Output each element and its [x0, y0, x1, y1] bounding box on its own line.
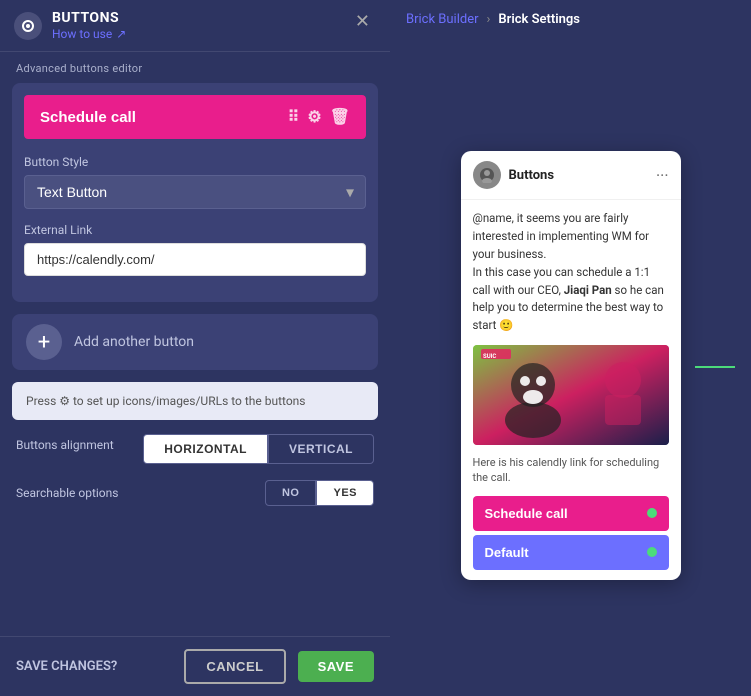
alignment-section: Buttons alignment HORIZONTAL VERTICAL — [12, 434, 378, 464]
card-default-btn[interactable]: Default — [473, 535, 669, 570]
editor-area: Schedule call ⠿ ⚙ 🗑 Button Style Text Bu… — [0, 83, 390, 636]
schedule-button-icons: ⠿ ⚙ 🗑 — [288, 107, 350, 127]
save-button[interactable]: SAVE — [298, 651, 374, 682]
searchable-toggle-group: NO YES — [265, 480, 374, 506]
card-avatar — [473, 161, 501, 189]
close-button[interactable]: ✕ — [349, 10, 376, 32]
left-panel: BUTTONS How to use ↗ ✕ Advanced buttons … — [0, 0, 390, 696]
external-link-field: External Link — [24, 223, 366, 276]
add-button-row[interactable]: + Add another button — [12, 314, 378, 370]
card-body-text: @name, it seems you are fairly intereste… — [473, 210, 669, 335]
bottom-bar: SAVE CHANGES? CANCEL SAVE — [0, 636, 390, 696]
right-connector-line — [695, 366, 735, 368]
card-schedule-dot — [647, 508, 657, 518]
card-body: @name, it seems you are fairly intereste… — [461, 200, 681, 579]
card-default-dot — [647, 547, 657, 557]
breadcrumb-bar: Brick Builder › Brick Settings — [406, 12, 735, 27]
panel-subtitle[interactable]: How to use ↗ — [52, 27, 349, 41]
card-menu-icon[interactable]: ··· — [656, 166, 669, 185]
preview-card: Buttons ··· @name, it seems you are fair… — [461, 151, 681, 579]
card-title: Buttons — [509, 168, 656, 183]
panel-icon — [14, 12, 42, 40]
button-style-select[interactable]: Text Button Filled Button Outlined Butto… — [24, 175, 366, 209]
searchable-label: Searchable options — [16, 486, 118, 500]
panel-title: BUTTONS — [52, 10, 349, 26]
schedule-call-label: Schedule call — [40, 109, 136, 126]
external-link-input[interactable] — [24, 243, 366, 276]
card-image: SUIC — [473, 345, 669, 445]
breadcrumb-builder[interactable]: Brick Builder — [406, 12, 479, 27]
button-style-label: Button Style — [24, 155, 366, 169]
settings-icon[interactable]: ⚙ — [307, 107, 321, 127]
card-header: Buttons ··· — [461, 151, 681, 200]
card-schedule-btn[interactable]: Schedule call — [473, 496, 669, 531]
searchable-yes-btn[interactable]: YES — [316, 480, 374, 506]
drag-icon[interactable]: ⠿ — [288, 107, 300, 127]
panel-header: BUTTONS How to use ↗ ✕ — [0, 0, 390, 52]
searchable-no-btn[interactable]: NO — [265, 480, 317, 506]
align-horizontal-btn[interactable]: HORIZONTAL — [143, 434, 268, 464]
breadcrumb-separator: › — [487, 12, 491, 27]
add-button-label: Add another button — [74, 334, 194, 350]
save-changes-label: SAVE CHANGES? — [16, 659, 172, 674]
info-box: Press ⚙ to set up icons/images/URLs to t… — [12, 382, 378, 420]
align-vertical-btn[interactable]: VERTICAL — [268, 434, 374, 464]
alignment-buttons: HORIZONTAL VERTICAL — [143, 434, 374, 464]
breadcrumb-current: Brick Settings — [498, 12, 580, 27]
searchable-section: Searchable options NO YES — [12, 480, 378, 506]
panel-header-text: BUTTONS How to use ↗ — [52, 10, 349, 41]
button-style-field: Button Style Text Button Filled Button O… — [24, 155, 366, 209]
card-schedule-label: Schedule call — [485, 506, 568, 521]
add-circle-icon: + — [26, 324, 62, 360]
alignment-label: Buttons alignment — [16, 438, 114, 452]
card-caption: Here is his calendly link for scheduling… — [473, 455, 669, 486]
button-editor-card: Schedule call ⠿ ⚙ 🗑 Button Style Text Bu… — [12, 83, 378, 302]
schedule-call-button[interactable]: Schedule call ⠿ ⚙ 🗑 — [24, 95, 366, 139]
preview-wrapper: Buttons ··· @name, it seems you are fair… — [406, 43, 735, 688]
right-panel: Brick Builder › Brick Settings Buttons ·… — [390, 0, 751, 696]
external-link-label: External Link — [24, 223, 366, 237]
delete-icon[interactable]: 🗑 — [330, 107, 350, 127]
cancel-button[interactable]: CANCEL — [184, 649, 285, 684]
svg-text:SUIC: SUIC — [483, 353, 496, 360]
card-default-label: Default — [485, 545, 529, 560]
section-label: Advanced buttons editor — [0, 52, 390, 83]
button-style-select-wrapper: Text Button Filled Button Outlined Butto… — [24, 175, 366, 209]
external-link-icon: ↗ — [116, 27, 126, 41]
